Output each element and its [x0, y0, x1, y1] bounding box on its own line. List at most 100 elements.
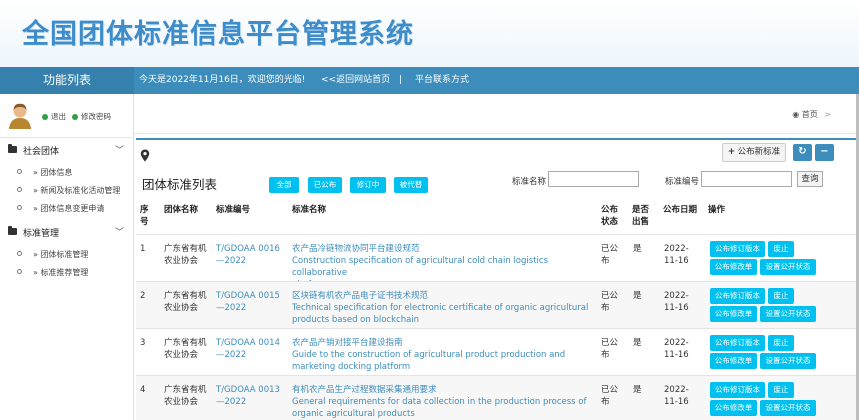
standard-list-panel: + 公布新标准 ↻ − 团体标准列表 全部 已公布 修订中 被代替 标准名称 标… — [136, 138, 859, 420]
publish-revision-button[interactable]: 公布修订版本 — [710, 288, 765, 304]
row-name-link[interactable]: 农产品产销对接平台建设指南 Guide to the construction o… — [292, 337, 597, 373]
set-public-status-button[interactable]: 设置公开状态 — [760, 306, 816, 322]
app-title: 全国团体标准信息平台管理系统 — [22, 19, 414, 50]
row-seq: 1 — [140, 244, 146, 254]
circle-icon — [17, 269, 22, 274]
row-code-link[interactable]: T/GDOAA 0016 —2022 — [216, 243, 280, 267]
filter-published-button[interactable]: 已公布 — [308, 177, 342, 193]
row-sale: 是 — [633, 244, 642, 254]
row-seq: 2 — [140, 291, 146, 301]
row-code-link[interactable]: T/GDOAA 0013 —2022 — [216, 384, 280, 408]
row-org: 广东省有机 农业协会 — [164, 291, 207, 313]
sidebar-item-recommend[interactable]: » 标准推荐管理 — [0, 265, 134, 282]
folder-icon — [8, 226, 17, 235]
row-name-link[interactable]: 有机农产品生产过程数据采集通用要求 General requirements fo… — [292, 384, 597, 420]
contact-link[interactable]: 平台联系方式 — [415, 67, 469, 93]
filter-replaced-button[interactable]: 被代替 — [394, 177, 428, 193]
row-status: 已公布 — [601, 385, 619, 407]
chevron-down-icon: ﹀ — [114, 228, 124, 238]
abolish-button[interactable]: 废止 — [768, 335, 794, 351]
publish-revision-button[interactable]: 公布修订版本 — [710, 382, 765, 398]
top-bar: 功能列表 今天是2022年11月16日，欢迎您的光临! <<返回网站首页 | 平… — [0, 67, 859, 94]
filter-all-button[interactable]: 全部 — [269, 177, 299, 193]
standard-name-input[interactable] — [548, 171, 639, 187]
abolish-button[interactable]: 废止 — [768, 288, 794, 304]
collapse-button[interactable]: − — [815, 144, 834, 161]
circle-icon — [17, 169, 22, 174]
row-date: 2022- 11-16 — [664, 385, 689, 407]
circle-icon — [17, 187, 22, 192]
standard-code-input[interactable] — [701, 171, 792, 187]
abolish-button[interactable]: 废止 — [768, 241, 794, 257]
publish-amendment-button[interactable]: 公布修改单 — [710, 400, 757, 416]
row-sale: 是 — [633, 338, 642, 348]
row-code-link[interactable]: T/GDOAA 0015 —2022 — [216, 290, 280, 314]
change-password-link[interactable]: 修改密码 — [72, 111, 111, 122]
refresh-button[interactable]: ↻ — [793, 144, 812, 161]
row-seq: 3 — [140, 338, 146, 348]
row-status: 已公布 — [601, 338, 619, 360]
publish-new-standard-button[interactable]: + 公布新标准 — [722, 143, 786, 162]
main-content: ◉ 首页 > + 公布新标准 ↻ − 团体标准列表 全部 已公布 修订中 被代替… — [134, 94, 859, 420]
circle-icon — [17, 251, 22, 256]
sidebar-item-change-request[interactable]: » 团体信息变更申请 — [0, 201, 134, 218]
query-button[interactable]: 查询 — [797, 171, 823, 187]
publish-amendment-button[interactable]: 公布修改单 — [710, 259, 757, 275]
app-header: 全国团体标准信息平台管理系统 — [0, 0, 859, 67]
row-status: 已公布 — [601, 291, 619, 313]
set-public-status-button[interactable]: 设置公开状态 — [760, 353, 816, 369]
status-dot-icon — [42, 114, 48, 120]
table-header: 序号 团体名称 标准编号 标准名称 公布 状态 是否 出售 公布日期 操作 — [136, 198, 859, 234]
minus-icon: − — [820, 146, 829, 157]
breadcrumb-home[interactable]: 首页 — [802, 110, 818, 119]
sidebar-group-standards[interactable]: 标准管理 ﹀ — [0, 223, 134, 243]
table-row: 3 广东省有机 农业协会 T/GDOAA 0014 —2022 农产品产销对接平台建… — [136, 328, 859, 375]
breadcrumb: ◉ 首页 > — [792, 109, 831, 120]
publish-amendment-button[interactable]: 公布修改单 — [710, 306, 757, 322]
set-public-status-button[interactable]: 设置公开状态 — [760, 259, 816, 275]
refresh-icon: ↻ — [798, 146, 807, 157]
row-status: 已公布 — [601, 244, 619, 266]
list-title: 团体标准列表 — [142, 177, 218, 192]
avatar — [9, 103, 31, 129]
publish-revision-button[interactable]: 公布修订版本 — [710, 335, 765, 351]
row-org: 广东省有机 农业协会 — [164, 338, 207, 360]
row-seq: 4 — [140, 385, 146, 395]
folder-icon — [8, 144, 17, 153]
standard-code-label: 标准编号 — [665, 177, 700, 187]
table-row: 2 广东省有机 农业协会 T/GDOAA 0015 —2022 区块链有机农产品电子… — [136, 281, 859, 328]
status-dot-icon — [72, 114, 78, 120]
sidebar-item-group-info[interactable]: » 团体信息 — [0, 165, 134, 182]
abolish-button[interactable]: 废止 — [768, 382, 794, 398]
table-row: 4 广东省有机 农业协会 T/GDOAA 0013 —2022 有机农产品生产过程数… — [136, 375, 859, 420]
col-seq: 序号 — [140, 205, 149, 227]
plus-icon: + — [727, 147, 735, 157]
row-code-link[interactable]: T/GDOAA 0014 —2022 — [216, 337, 280, 361]
publish-revision-button[interactable]: 公布修订版本 — [710, 241, 765, 257]
row-date: 2022- 11-16 — [664, 338, 689, 360]
circle-icon — [17, 205, 22, 210]
row-sale: 是 — [633, 291, 642, 301]
col-status: 公布 状态 — [601, 205, 619, 227]
standard-name-label: 标准名称 — [512, 177, 547, 187]
filter-revising-button[interactable]: 修订中 — [350, 177, 386, 193]
table-row: 1 广东省有机 农业协会 T/GDOAA 0016 —2022 农产品冷链物流协同平… — [136, 234, 859, 290]
sidebar-item-standard-management[interactable]: » 团体标准管理 — [0, 247, 134, 264]
sidebar-item-news[interactable]: » 新闻及标准化活动管理 — [0, 183, 134, 200]
row-name-link[interactable]: 区块链有机农产品电子证书技术规范 Technical specification … — [292, 290, 597, 326]
col-sale: 是否 出售 — [632, 205, 650, 227]
set-public-status-button[interactable]: 设置公开状态 — [760, 400, 816, 416]
row-sale: 是 — [633, 385, 642, 395]
col-date: 公布日期 — [663, 205, 698, 215]
greeting-text: 今天是2022年11月16日，欢迎您的光临! — [139, 75, 306, 85]
publish-amendment-button[interactable]: 公布修改单 — [710, 353, 757, 369]
dashboard-icon: ◉ — [792, 110, 800, 119]
logout-link[interactable]: 退出 — [42, 111, 66, 122]
sidebar-group-social[interactable]: 社会团体 ﹀ — [0, 141, 134, 161]
row-org: 广东省有机 农业协会 — [164, 244, 207, 266]
row-org: 广东省有机 农业协会 — [164, 385, 207, 407]
topbar-separator: | — [399, 75, 403, 85]
back-home-link[interactable]: <<返回网站首页 — [321, 67, 390, 93]
map-marker-icon — [140, 149, 150, 162]
row-date: 2022- 11-16 — [664, 291, 689, 313]
